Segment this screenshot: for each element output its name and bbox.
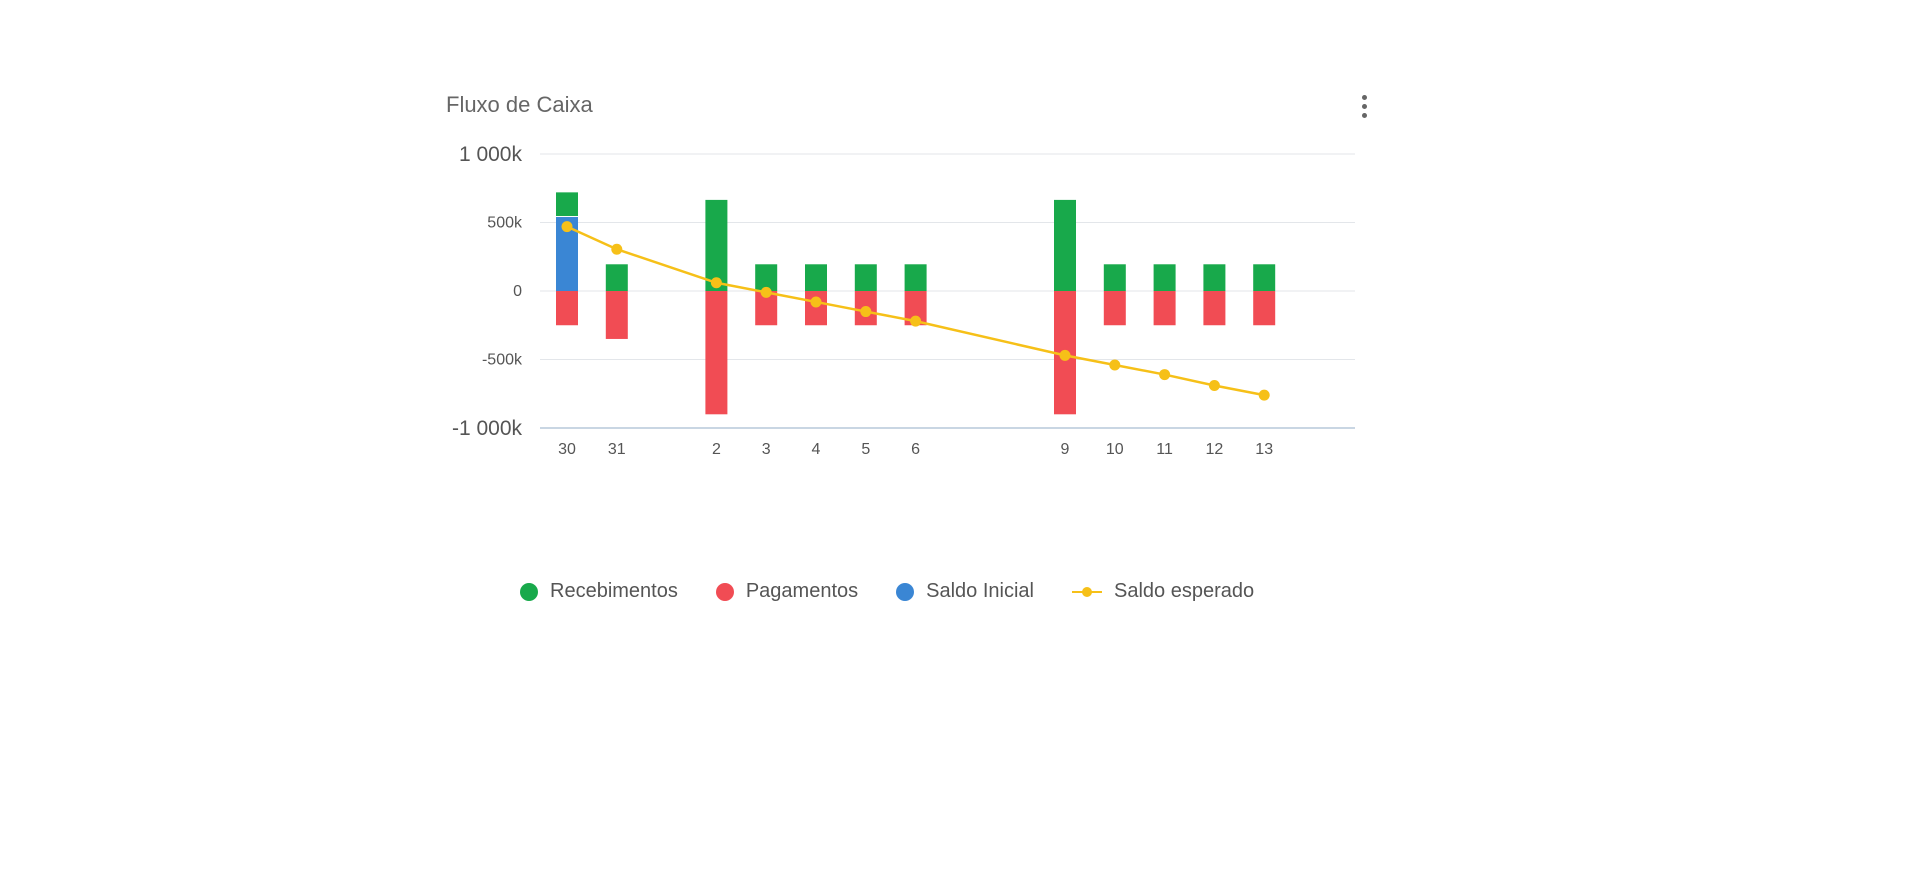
point-saldo-esperado (760, 286, 772, 298)
x-tick-label: 11 (1156, 441, 1173, 458)
point-saldo-esperado (910, 315, 922, 327)
bar-recebimentos (605, 264, 628, 291)
y-tick-label: 0 (513, 283, 522, 300)
point-saldo-esperado (1059, 349, 1071, 361)
x-tick-label: 3 (762, 441, 771, 458)
y-tick-label: -500k (482, 352, 523, 369)
point-saldo-esperado (1159, 369, 1171, 381)
x-tick-label: 2 (712, 441, 721, 458)
bar-pagamentos (705, 291, 728, 415)
point-saldo-esperado (561, 221, 573, 233)
legend-label-saldo-esperado: Saldo esperado (1113, 580, 1255, 602)
bar-pagamentos (805, 291, 827, 326)
bar-recebimentos (1253, 264, 1276, 291)
bar-recebimentos (1054, 199, 1076, 291)
bar-pagamentos (1203, 291, 1226, 326)
bar-pagamentos (605, 291, 628, 339)
point-saldo-esperado (1109, 359, 1121, 371)
legend-marker-pagamentos (715, 582, 734, 601)
legend-marker-recebimentos (520, 582, 538, 601)
bar-recebimentos (805, 264, 827, 291)
legend-marker-saldo-esperado (1071, 583, 1102, 601)
legend-item-saldo-inicial[interactable]: Saldo Inicial (896, 580, 1034, 603)
x-tick-label: 13 (1255, 441, 1273, 458)
legend-label-recebimentos: Recebimentos (550, 580, 678, 602)
chart-legend: Recebimentos Pagamentos Saldo Inicial Sa… (520, 580, 1254, 603)
legend-label-pagamentos: Pagamentos (745, 580, 859, 602)
bar-recebimentos (1203, 264, 1226, 291)
x-tick-label: 5 (861, 441, 870, 458)
x-tick-label: 10 (1106, 441, 1124, 458)
x-tick-label: 30 (558, 441, 576, 458)
cash-flow-chart-card: Fluxo de Caixa 1 000k 500k 0 -500k -1 000k 30… (430, 70, 1370, 630)
x-tick-label: 9 (1061, 441, 1070, 458)
legend-item-saldo-esperado[interactable]: Saldo esperado (1071, 580, 1255, 603)
point-saldo-esperado (1208, 380, 1220, 392)
legend-item-pagamentos[interactable]: Pagamentos (715, 580, 859, 603)
point-saldo-esperado (710, 277, 722, 289)
y-tick-label: -1 000k (452, 417, 523, 440)
bar-recebimentos (904, 264, 927, 291)
x-tick-label: 31 (608, 441, 626, 458)
y-tick-label: 500k (487, 215, 523, 232)
chart-plot: 1 000k 500k 0 -500k -1 000k 30 31 2 3 4 5 6 9 10 11 12 1… (452, 143, 1355, 458)
point-saldo-esperado (611, 243, 623, 255)
legend-label-saldo-inicial: Saldo Inicial (926, 580, 1034, 602)
x-tick-label: 6 (911, 441, 920, 458)
legend-item-recebimentos[interactable]: Recebimentos (520, 580, 678, 603)
legend-marker-saldo-inicial (896, 582, 915, 601)
bar-pagamentos (1103, 291, 1126, 326)
bar-pagamentos (1153, 291, 1176, 326)
x-tick-label: 4 (812, 441, 821, 458)
bar-recebimentos (1103, 264, 1126, 291)
bar-recebimentos (854, 264, 877, 291)
bar-pagamentos (556, 291, 578, 326)
bar-pagamentos (1253, 291, 1276, 326)
point-saldo-esperado (810, 296, 822, 308)
bar-recebimentos (1153, 264, 1176, 291)
bar-recebimentos (556, 192, 578, 217)
point-saldo-esperado (860, 306, 872, 318)
point-saldo-esperado (1258, 389, 1270, 401)
x-tick-label: 12 (1206, 441, 1224, 458)
y-tick-label: 1 000k (459, 143, 523, 166)
